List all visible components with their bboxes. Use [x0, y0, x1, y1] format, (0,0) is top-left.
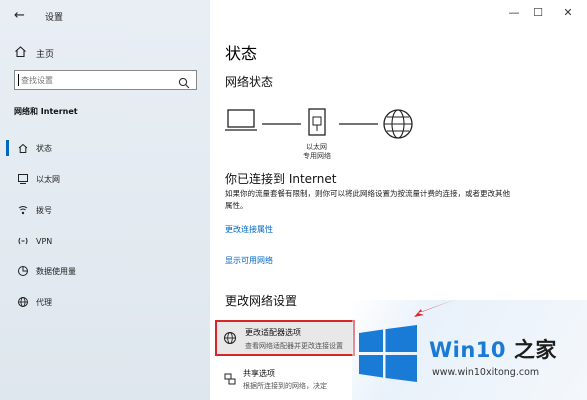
watermark-url: www.win10xitong.com — [432, 367, 540, 378]
window-title: 设置 — [45, 13, 64, 23]
sidebar-item-label: 以太网 — [36, 174, 60, 184]
home-label: 主页 — [36, 49, 55, 60]
sidebar-item-vpn[interactable]: VPN — [0, 229, 210, 253]
sidebar: ← 设置 主页 网络和 Internet 状态 以太网 拨号 — [0, 0, 210, 400]
adapter-options-subtitle: 查看网络适配器并更改连接设置 — [245, 342, 343, 350]
minimize-button[interactable]: — — [502, 6, 526, 19]
selected-indicator — [6, 140, 9, 156]
sidebar-item-label: 数据使用量 — [36, 266, 76, 276]
network-status-heading: 网络状态 — [225, 75, 274, 89]
change-network-settings-heading: 更改网络设置 — [225, 294, 298, 308]
sidebar-item-status[interactable]: 状态 — [0, 136, 210, 160]
sharing-options-title: 共享选项 — [243, 369, 275, 378]
computer-icon — [225, 109, 257, 131]
dialup-icon — [16, 203, 30, 217]
search-icon[interactable] — [178, 74, 190, 89]
home-icon — [14, 45, 28, 61]
globe-icon — [16, 295, 30, 309]
home-network-icon — [16, 141, 30, 155]
sidebar-item-label: 状态 — [36, 143, 52, 153]
internet-globe-icon — [383, 109, 413, 139]
sharing-icon — [223, 371, 237, 385]
network-diagram — [225, 108, 413, 139]
sidebar-item-label: VPN — [36, 236, 53, 246]
home-nav-item[interactable]: 主页 — [14, 44, 54, 62]
change-adapter-options-button[interactable]: 更改适配器选项 查看网络适配器并更改连接设置 — [215, 320, 355, 356]
adapter-globe-icon — [223, 330, 237, 344]
close-button[interactable]: ✕ — [556, 6, 580, 19]
sidebar-item-dialup[interactable]: 拨号 — [0, 198, 210, 222]
show-available-networks-link[interactable]: 显示可用网络 — [225, 255, 273, 266]
red-pointer-arrow — [414, 299, 456, 317]
sidebar-item-data-usage[interactable]: 数据使用量 — [0, 259, 210, 283]
maximize-button[interactable]: ☐ — [526, 6, 550, 19]
watermark-brand-rest: 之家 — [506, 338, 557, 362]
section-title: 网络和 Internet — [14, 107, 78, 116]
ethernet-adapter-icon — [308, 108, 326, 136]
data-usage-icon — [16, 264, 30, 278]
back-arrow-icon[interactable]: ← — [14, 8, 25, 23]
network-type-label: 专用网络 — [303, 152, 331, 160]
sidebar-item-proxy[interactable]: 代理 — [0, 290, 210, 314]
vpn-icon — [16, 234, 30, 248]
connected-description: 如果你的流量套餐有限制，则你可以将此网络设置为按流量计费的连接，或者更改其他属性… — [225, 189, 510, 210]
watermark-brand-win: Win10 — [429, 338, 507, 362]
page-title: 状态 — [225, 44, 258, 63]
sharing-options-button[interactable]: 共享选项 根据所连接到的网络，决定 — [215, 365, 355, 395]
sidebar-item-label: 拨号 — [36, 205, 52, 215]
ethernet-icon — [16, 172, 30, 186]
watermark-brand: Win10 之家 — [429, 334, 557, 364]
sharing-options-subtitle: 根据所连接到的网络，决定 — [243, 382, 327, 390]
titlebar-left: ← 设置 — [0, 0, 210, 32]
text-caret — [18, 74, 19, 86]
sidebar-item-label: 代理 — [36, 297, 52, 307]
search-input[interactable] — [21, 73, 171, 87]
change-connection-properties-link[interactable]: 更改连接属性 — [225, 224, 273, 235]
sidebar-item-ethernet[interactable]: 以太网 — [0, 167, 210, 191]
adapter-options-title: 更改适配器选项 — [245, 328, 301, 337]
windows-logo-icon — [359, 325, 417, 382]
search-box[interactable] — [14, 70, 197, 90]
connected-heading: 你已连接到 Internet — [225, 172, 337, 186]
